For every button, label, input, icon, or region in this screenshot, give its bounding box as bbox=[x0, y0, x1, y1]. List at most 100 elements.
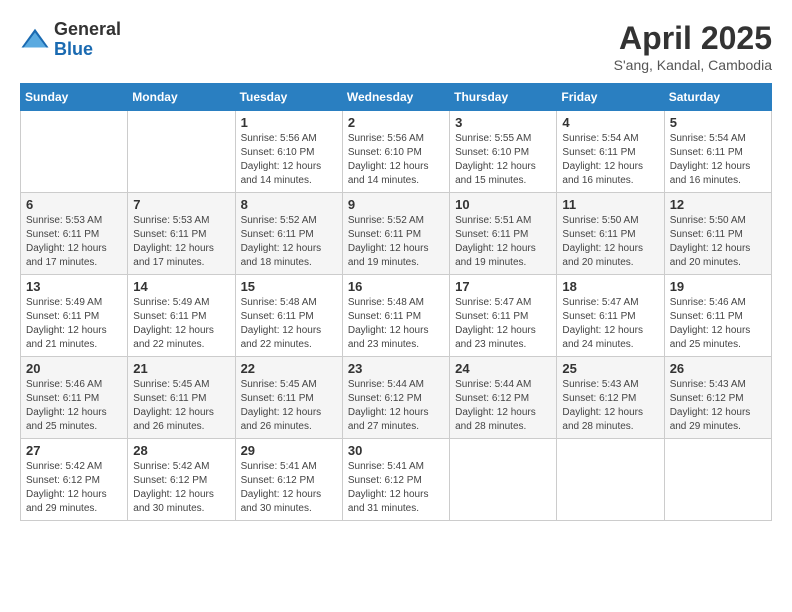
day-number: 7 bbox=[133, 197, 229, 212]
calendar-header-day: Wednesday bbox=[342, 84, 449, 111]
day-number: 27 bbox=[26, 443, 122, 458]
calendar-day-cell bbox=[557, 439, 664, 521]
calendar-header-day: Monday bbox=[128, 84, 235, 111]
calendar-day-cell: 14 Sunrise: 5:49 AM Sunset: 6:11 PM Dayli… bbox=[128, 275, 235, 357]
logo-icon bbox=[20, 25, 50, 55]
calendar-day-cell: 15 Sunrise: 5:48 AM Sunset: 6:11 PM Dayli… bbox=[235, 275, 342, 357]
day-number: 1 bbox=[241, 115, 337, 130]
calendar-week-row: 6 Sunrise: 5:53 AM Sunset: 6:11 PM Daylig… bbox=[21, 193, 772, 275]
calendar-day-cell: 7 Sunrise: 5:53 AM Sunset: 6:11 PM Daylig… bbox=[128, 193, 235, 275]
day-number: 4 bbox=[562, 115, 658, 130]
day-info: Sunrise: 5:55 AM Sunset: 6:10 PM Dayligh… bbox=[455, 132, 551, 188]
day-info: Sunrise: 5:45 AM Sunset: 6:11 PM Dayligh… bbox=[133, 378, 229, 434]
day-number: 16 bbox=[348, 279, 444, 294]
day-number: 18 bbox=[562, 279, 658, 294]
calendar-day-cell: 13 Sunrise: 5:49 AM Sunset: 6:11 PM Dayli… bbox=[21, 275, 128, 357]
calendar-day-cell: 16 Sunrise: 5:48 AM Sunset: 6:11 PM Dayli… bbox=[342, 275, 449, 357]
calendar-day-cell bbox=[450, 439, 557, 521]
day-number: 17 bbox=[455, 279, 551, 294]
header: General Blue April 2025 S'ang, Kandal, C… bbox=[20, 20, 772, 73]
calendar-day-cell: 27 Sunrise: 5:42 AM Sunset: 6:12 PM Dayli… bbox=[21, 439, 128, 521]
logo-general-label: General bbox=[54, 20, 121, 40]
calendar-day-cell: 5 Sunrise: 5:54 AM Sunset: 6:11 PM Daylig… bbox=[664, 111, 771, 193]
day-info: Sunrise: 5:54 AM Sunset: 6:11 PM Dayligh… bbox=[670, 132, 766, 188]
day-number: 28 bbox=[133, 443, 229, 458]
day-info: Sunrise: 5:46 AM Sunset: 6:11 PM Dayligh… bbox=[26, 378, 122, 434]
calendar-day-cell: 4 Sunrise: 5:54 AM Sunset: 6:11 PM Daylig… bbox=[557, 111, 664, 193]
calendar-day-cell: 25 Sunrise: 5:43 AM Sunset: 6:12 PM Dayli… bbox=[557, 357, 664, 439]
logo-text: General Blue bbox=[54, 20, 121, 60]
calendar-day-cell: 24Sunrise: 5:44 AM Sunset: 6:12 PM Dayli… bbox=[450, 357, 557, 439]
calendar-day-cell: 30Sunrise: 5:41 AM Sunset: 6:12 PM Dayli… bbox=[342, 439, 449, 521]
calendar-header-day: Tuesday bbox=[235, 84, 342, 111]
day-number: 22 bbox=[241, 361, 337, 376]
day-info: Sunrise: 5:41 AM Sunset: 6:12 PM Dayligh… bbox=[348, 460, 444, 516]
day-info: Sunrise: 5:50 AM Sunset: 6:11 PM Dayligh… bbox=[562, 214, 658, 270]
day-number: 9 bbox=[348, 197, 444, 212]
calendar-day-cell: 8Sunrise: 5:52 AM Sunset: 6:11 PM Daylig… bbox=[235, 193, 342, 275]
calendar-header-day: Saturday bbox=[664, 84, 771, 111]
day-number: 14 bbox=[133, 279, 229, 294]
day-number: 11 bbox=[562, 197, 658, 212]
day-number: 5 bbox=[670, 115, 766, 130]
day-info: Sunrise: 5:49 AM Sunset: 6:11 PM Dayligh… bbox=[26, 296, 122, 352]
day-info: Sunrise: 5:45 AM Sunset: 6:11 PM Dayligh… bbox=[241, 378, 337, 434]
calendar-day-cell: 12Sunrise: 5:50 AM Sunset: 6:11 PM Dayli… bbox=[664, 193, 771, 275]
calendar-day-cell: 22 Sunrise: 5:45 AM Sunset: 6:11 PM Dayli… bbox=[235, 357, 342, 439]
calendar-day-cell: 9 Sunrise: 5:52 AM Sunset: 6:11 PM Daylig… bbox=[342, 193, 449, 275]
day-number: 23 bbox=[348, 361, 444, 376]
calendar-day-cell: 3Sunrise: 5:55 AM Sunset: 6:10 PM Daylig… bbox=[450, 111, 557, 193]
month-title: April 2025 bbox=[614, 20, 772, 57]
calendar-day-cell: 2 Sunrise: 5:56 AM Sunset: 6:10 PM Daylig… bbox=[342, 111, 449, 193]
calendar-table: SundayMondayTuesdayWednesdayThursdayFrid… bbox=[20, 83, 772, 521]
day-info: Sunrise: 5:52 AM Sunset: 6:11 PM Dayligh… bbox=[348, 214, 444, 270]
calendar-day-cell: 1Sunrise: 5:56 AM Sunset: 6:10 PM Daylig… bbox=[235, 111, 342, 193]
day-info: Sunrise: 5:47 AM Sunset: 6:11 PM Dayligh… bbox=[562, 296, 658, 352]
calendar-week-row: 1 Sunrise: 5:56 AM Sunset: 6:10 PM Daylig… bbox=[21, 111, 772, 193]
day-info: Sunrise: 5:44 AM Sunset: 6:12 PM Dayligh… bbox=[348, 378, 444, 434]
calendar-header-day: Thursday bbox=[450, 84, 557, 111]
day-info: Sunrise: 5:53 AM Sunset: 6:11 PM Dayligh… bbox=[133, 214, 229, 270]
calendar-day-cell: 20Sunrise: 5:46 AM Sunset: 6:11 PM Dayli… bbox=[21, 357, 128, 439]
day-info: Sunrise: 5:54 AM Sunset: 6:11 PM Dayligh… bbox=[562, 132, 658, 188]
day-info: Sunrise: 5:52 AM Sunset: 6:11 PM Dayligh… bbox=[241, 214, 337, 270]
day-info: Sunrise: 5:43 AM Sunset: 6:12 PM Dayligh… bbox=[562, 378, 658, 434]
day-number: 25 bbox=[562, 361, 658, 376]
calendar-day-cell: 28 Sunrise: 5:42 AM Sunset: 6:12 PM Dayli… bbox=[128, 439, 235, 521]
day-info: Sunrise: 5:43 AM Sunset: 6:12 PM Dayligh… bbox=[670, 378, 766, 434]
calendar-day-cell: 29 Sunrise: 5:41 AM Sunset: 6:12 PM Dayli… bbox=[235, 439, 342, 521]
calendar-day-cell bbox=[21, 111, 128, 193]
calendar-week-row: 20Sunrise: 5:46 AM Sunset: 6:11 PM Dayli… bbox=[21, 357, 772, 439]
logo-blue-label: Blue bbox=[54, 40, 121, 60]
calendar-day-cell: 17 Sunrise: 5:47 AM Sunset: 6:11 PM Dayli… bbox=[450, 275, 557, 357]
day-info: Sunrise: 5:47 AM Sunset: 6:11 PM Dayligh… bbox=[455, 296, 551, 352]
calendar-header-day: Friday bbox=[557, 84, 664, 111]
calendar-day-cell: 11 Sunrise: 5:50 AM Sunset: 6:11 PM Dayli… bbox=[557, 193, 664, 275]
day-info: Sunrise: 5:48 AM Sunset: 6:11 PM Dayligh… bbox=[348, 296, 444, 352]
day-info: Sunrise: 5:48 AM Sunset: 6:11 PM Dayligh… bbox=[241, 296, 337, 352]
day-info: Sunrise: 5:42 AM Sunset: 6:12 PM Dayligh… bbox=[133, 460, 229, 516]
day-number: 6 bbox=[26, 197, 122, 212]
calendar-day-cell bbox=[128, 111, 235, 193]
logo: General Blue bbox=[20, 20, 121, 60]
day-number: 13 bbox=[26, 279, 122, 294]
calendar-week-row: 27 Sunrise: 5:42 AM Sunset: 6:12 PM Dayli… bbox=[21, 439, 772, 521]
day-number: 2 bbox=[348, 115, 444, 130]
calendar-day-cell: 21 Sunrise: 5:45 AM Sunset: 6:11 PM Dayli… bbox=[128, 357, 235, 439]
day-number: 29 bbox=[241, 443, 337, 458]
calendar-header-row: SundayMondayTuesdayWednesdayThursdayFrid… bbox=[21, 84, 772, 111]
day-info: Sunrise: 5:49 AM Sunset: 6:11 PM Dayligh… bbox=[133, 296, 229, 352]
day-number: 19 bbox=[670, 279, 766, 294]
day-number: 12 bbox=[670, 197, 766, 212]
day-number: 21 bbox=[133, 361, 229, 376]
calendar-day-cell: 19Sunrise: 5:46 AM Sunset: 6:11 PM Dayli… bbox=[664, 275, 771, 357]
title-area: April 2025 S'ang, Kandal, Cambodia bbox=[614, 20, 772, 73]
day-info: Sunrise: 5:42 AM Sunset: 6:12 PM Dayligh… bbox=[26, 460, 122, 516]
day-info: Sunrise: 5:41 AM Sunset: 6:12 PM Dayligh… bbox=[241, 460, 337, 516]
day-number: 15 bbox=[241, 279, 337, 294]
day-info: Sunrise: 5:56 AM Sunset: 6:10 PM Dayligh… bbox=[348, 132, 444, 188]
calendar-header-day: Sunday bbox=[21, 84, 128, 111]
location-subtitle: S'ang, Kandal, Cambodia bbox=[614, 57, 772, 73]
day-info: Sunrise: 5:51 AM Sunset: 6:11 PM Dayligh… bbox=[455, 214, 551, 270]
calendar-day-cell: 26Sunrise: 5:43 AM Sunset: 6:12 PM Dayli… bbox=[664, 357, 771, 439]
